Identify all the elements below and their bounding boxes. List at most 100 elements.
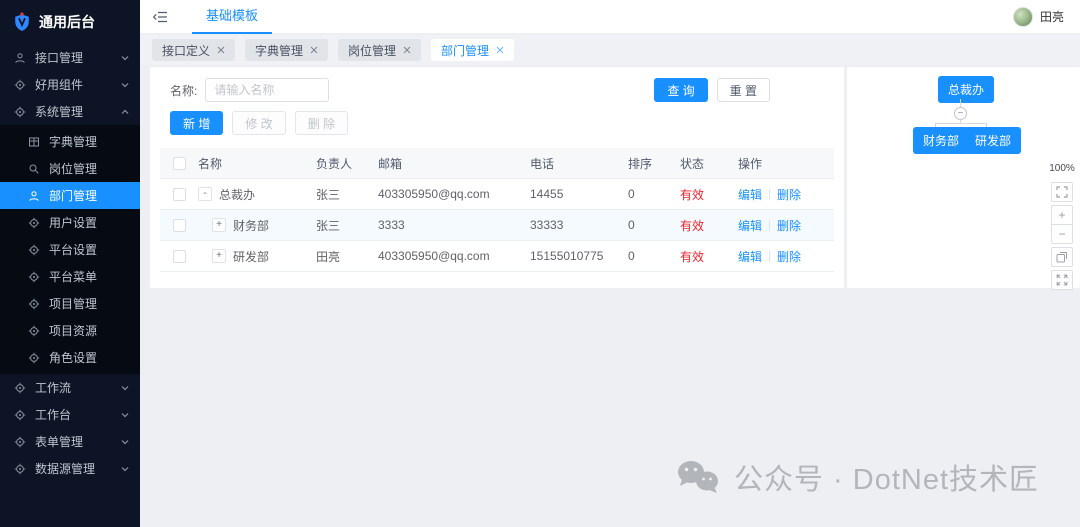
connector-line — [935, 123, 987, 124]
gear-icon — [28, 271, 40, 283]
sidebar-item-dept-mgmt[interactable]: 部门管理 — [0, 182, 140, 209]
delete-link[interactable]: 删除 — [777, 186, 801, 203]
sidebar-item-user-settings[interactable]: 用户设置 — [0, 209, 140, 236]
fit-view-icon[interactable] — [1051, 182, 1073, 202]
delete-button[interactable]: 删 除 — [295, 111, 348, 135]
fullscreen-icon[interactable] — [1051, 270, 1073, 290]
shield-logo-icon — [13, 12, 31, 32]
expand-node-icon[interactable]: + — [212, 218, 226, 232]
org-node-child[interactable]: 财务部 — [913, 127, 969, 154]
status-badge: 有效 — [680, 217, 738, 234]
connector-line — [960, 99, 961, 107]
tab-dept-mgmt[interactable]: 部门管理 — [431, 39, 514, 61]
sidebar-item-interface-mgmt[interactable]: 接口管理 — [0, 44, 140, 71]
edit-button[interactable]: 修 改 — [232, 111, 285, 135]
top-header: 基础模板 田亮 — [140, 0, 1080, 34]
sidebar-item-role-settings[interactable]: 角色设置 — [0, 344, 140, 371]
chevron-down-icon — [120, 437, 130, 447]
sidebar-item-label: 系统管理 — [35, 103, 120, 120]
close-icon[interactable] — [310, 46, 318, 54]
tab-post-mgmt[interactable]: 岗位管理 — [338, 39, 421, 61]
sidebar-item-project-mgmt[interactable]: 项目管理 — [0, 290, 140, 317]
dept-phone: 15155010775 — [530, 249, 628, 263]
app-logo: 通用后台 — [0, 0, 140, 44]
org-chart: 总裁办 − 财务部 研发部 100% + − — [847, 67, 1080, 288]
delete-link[interactable]: 删除 — [777, 248, 801, 265]
search-button[interactable]: 查 询 — [654, 78, 707, 102]
chevron-down-icon — [120, 53, 130, 63]
edit-link[interactable]: 编辑 — [738, 186, 762, 203]
sidebar-item-label: 表单管理 — [35, 433, 120, 450]
org-node-child[interactable]: 研发部 — [965, 127, 1021, 154]
sidebar-item-label: 字典管理 — [49, 133, 130, 150]
tab-dict-mgmt[interactable]: 字典管理 — [245, 39, 328, 61]
col-header-phone: 电话 — [530, 155, 628, 172]
person-icon — [28, 190, 40, 202]
watermark-text: 公众号 · DotNet技术匠 — [734, 456, 1039, 498]
sidebar-item-workflow[interactable]: 工作流 — [0, 374, 140, 401]
dept-email: 403305950@qq.com — [378, 249, 530, 263]
row-checkbox[interactable] — [173, 250, 186, 263]
sidebar-item-platform-settings[interactable]: 平台设置 — [0, 236, 140, 263]
sidebar-item-datasource-mgmt[interactable]: 数据源管理 — [0, 455, 140, 482]
sidebar-item-components[interactable]: 好用组件 — [0, 71, 140, 98]
reset-button[interactable]: 重 置 — [717, 78, 770, 102]
close-icon[interactable] — [496, 46, 504, 54]
sidebar-submenu-system: 字典管理 岗位管理 部门管理 用户设置 平台设置 平台菜单 — [0, 125, 140, 374]
delete-link[interactable]: 删除 — [777, 217, 801, 234]
col-header-owner: 负责人 — [316, 155, 378, 172]
nav-tab-base-template[interactable]: 基础模板 — [192, 0, 272, 34]
sidebar-item-label: 工作台 — [35, 406, 120, 423]
add-button[interactable]: 新 增 — [170, 111, 223, 135]
tab-label: 字典管理 — [255, 42, 303, 59]
col-header-name: 名称 — [198, 155, 316, 172]
avatar — [1013, 7, 1033, 27]
sidebar-item-workbench[interactable]: 工作台 — [0, 401, 140, 428]
table-row: - 总裁办 张三 403305950@qq.com 14455 0 有效 编辑 … — [160, 179, 834, 210]
org-chart-panel: 总裁办 − 财务部 研发部 100% + − — [847, 67, 1080, 288]
row-checkbox[interactable] — [173, 188, 186, 201]
org-node-root[interactable]: 总裁办 — [938, 76, 994, 103]
sidebar-item-dict-mgmt[interactable]: 字典管理 — [0, 128, 140, 155]
watermark: 公众号 · DotNet技术匠 — [676, 456, 1039, 498]
collapse-toggle-icon[interactable]: − — [954, 107, 967, 120]
edit-link[interactable]: 编辑 — [738, 217, 762, 234]
gear-icon — [14, 409, 26, 421]
zoom-out-button[interactable]: − — [1051, 224, 1073, 244]
menu-fold-icon[interactable] — [153, 10, 168, 24]
divider — [769, 251, 770, 262]
minimap-icon[interactable] — [1051, 247, 1073, 267]
sidebar-item-label: 数据源管理 — [35, 460, 120, 477]
sidebar-item-label: 用户设置 — [49, 214, 130, 231]
user-name: 田亮 — [1040, 8, 1064, 25]
dept-owner: 张三 — [316, 217, 378, 234]
select-all-checkbox[interactable] — [173, 157, 186, 170]
sidebar-item-label: 平台菜单 — [49, 268, 130, 285]
sidebar-item-form-mgmt[interactable]: 表单管理 — [0, 428, 140, 455]
collapse-node-icon[interactable]: - — [198, 187, 212, 201]
table-row: + 研发部 田亮 403305950@qq.com 15155010775 0 … — [160, 241, 834, 272]
chevron-down-icon — [120, 80, 130, 90]
close-icon[interactable] — [217, 46, 225, 54]
row-checkbox[interactable] — [173, 219, 186, 232]
user-menu[interactable]: 田亮 — [1013, 7, 1064, 27]
close-icon[interactable] — [403, 46, 411, 54]
name-search-input[interactable] — [205, 78, 329, 102]
gear-icon — [14, 106, 26, 118]
expand-node-icon[interactable]: + — [212, 249, 226, 263]
sidebar-item-platform-menu[interactable]: 平台菜单 — [0, 263, 140, 290]
edit-link[interactable]: 编辑 — [738, 248, 762, 265]
name-field-label: 名称: — [170, 82, 197, 99]
divider — [769, 220, 770, 231]
zoom-in-button[interactable]: + — [1051, 205, 1073, 225]
dept-name: 财务部 — [233, 217, 269, 234]
dept-phone: 14455 — [530, 187, 628, 201]
status-badge: 有效 — [680, 248, 738, 265]
tab-interface-definition[interactable]: 接口定义 — [152, 39, 235, 61]
sidebar-item-post-mgmt[interactable]: 岗位管理 — [0, 155, 140, 182]
sidebar-item-project-resources[interactable]: 项目资源 — [0, 317, 140, 344]
sidebar-item-system-mgmt[interactable]: 系统管理 — [0, 98, 140, 125]
chevron-down-icon — [120, 410, 130, 420]
divider — [769, 189, 770, 200]
col-header-status: 状态 — [680, 155, 738, 172]
